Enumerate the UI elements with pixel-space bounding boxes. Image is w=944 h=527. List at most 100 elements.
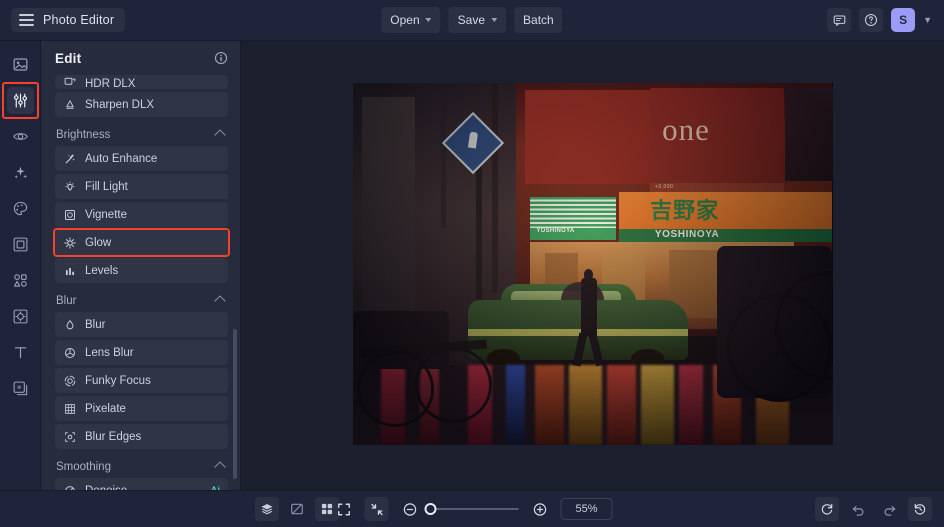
zoom-in-button[interactable] [528, 497, 552, 521]
fit-to-screen-button[interactable] [332, 497, 356, 521]
rail-item-retouch[interactable] [7, 123, 34, 150]
help-button[interactable] [859, 8, 883, 32]
open-label: Open [390, 13, 419, 27]
zoom-slider-handle[interactable] [425, 503, 437, 515]
rail-item-texture[interactable] [7, 303, 34, 330]
layers-stack-icon [260, 502, 274, 516]
rail-item-color[interactable] [7, 195, 34, 222]
rail-item-image[interactable] [7, 51, 34, 78]
zoom-out-icon [402, 502, 417, 517]
chevron-up-icon[interactable] [214, 129, 225, 140]
effect-item-fill-light[interactable]: Fill Light [55, 174, 228, 199]
zoom-level-field[interactable]: 55% [561, 498, 613, 520]
effect-label: Glow [85, 237, 111, 249]
effect-item-denoise[interactable]: Denoise Ai [55, 478, 228, 490]
save-button[interactable]: Save [449, 7, 506, 33]
sparkles-icon [12, 164, 29, 181]
app-menu-button[interactable]: Photo Editor [11, 8, 125, 32]
vignette-icon [64, 209, 76, 221]
effect-label: Lens Blur [85, 347, 134, 359]
batch-label: Batch [523, 13, 554, 27]
photo-grain-overlay [353, 83, 833, 445]
shrink-button[interactable] [365, 497, 389, 521]
history-icon [913, 502, 927, 516]
edited-photo[interactable]: one +3,000 吉野家 YOSHINOYA YOSHINOYA [353, 83, 833, 445]
rail-item-shapes[interactable] [7, 267, 34, 294]
effect-item-lens-blur[interactable]: Lens Blur [55, 340, 228, 365]
zoom-slider[interactable] [431, 508, 519, 510]
chevron-down-icon [426, 18, 432, 22]
rail-item-adjust[interactable] [7, 87, 34, 114]
effect-item-pixelate[interactable]: Pixelate [55, 396, 228, 421]
droplet-icon [64, 319, 76, 331]
history-button[interactable] [908, 497, 932, 521]
pixelate-icon [64, 403, 76, 415]
funky-focus-icon [64, 375, 76, 387]
rail-item-frame[interactable] [7, 231, 34, 258]
batch-button[interactable]: Batch [514, 7, 563, 33]
compare-icon [290, 502, 304, 516]
effect-label: Levels [85, 265, 118, 277]
effect-item-blur-edges[interactable]: Blur Edges [55, 424, 228, 449]
reset-button[interactable] [815, 497, 839, 521]
editor-body: Edit HDR DLX [0, 41, 944, 490]
redo-button[interactable] [877, 497, 901, 521]
effect-item-funky-focus[interactable]: Funky Focus [55, 368, 228, 393]
account-actions: S ▼ [827, 8, 932, 32]
effect-item-levels[interactable]: Levels [55, 258, 228, 283]
save-label: Save [458, 13, 485, 27]
effect-item-blur[interactable]: Blur [55, 312, 228, 337]
effect-item-glow[interactable]: Glow [55, 230, 228, 255]
group-label: Brightness [56, 129, 110, 141]
panel-scrollbar[interactable] [233, 329, 237, 479]
rail-item-effects[interactable] [7, 159, 34, 186]
group-label: Blur [56, 295, 76, 307]
effect-label: Blur Edges [85, 431, 141, 443]
effect-list[interactable]: HDR DLX Sharpen DLX Brightness [41, 75, 240, 490]
redo-icon [882, 502, 897, 517]
effect-label: Pixelate [85, 403, 126, 415]
adjust-sliders-icon [12, 92, 29, 109]
info-button[interactable] [214, 51, 228, 65]
rail-item-text[interactable] [7, 339, 34, 366]
user-avatar[interactable]: S [891, 8, 915, 32]
help-icon [864, 13, 878, 27]
reset-icon [820, 502, 834, 516]
palette-icon [12, 200, 29, 217]
group-header-brightness[interactable]: Brightness [55, 120, 228, 146]
account-chevron-down-icon[interactable]: ▼ [923, 15, 932, 25]
effect-item-auto-enhance[interactable]: Auto Enhance [55, 146, 228, 171]
avatar-initial: S [899, 13, 907, 27]
undo-button[interactable] [846, 497, 870, 521]
texture-icon [12, 308, 29, 325]
zoom-controls: 55% [332, 497, 613, 521]
chevron-up-icon[interactable] [214, 295, 225, 306]
effect-item-vignette[interactable]: Vignette [55, 202, 228, 227]
feedback-button[interactable] [827, 8, 851, 32]
chevron-up-icon[interactable] [214, 461, 225, 472]
group-header-smoothing[interactable]: Smoothing [55, 452, 228, 478]
bottom-toolbar: 55% [0, 490, 944, 527]
hamburger-icon[interactable] [19, 14, 34, 26]
photo-editor-window: Photo Editor Open Save Batch [0, 0, 944, 527]
undo-icon [851, 502, 866, 517]
image-icon [12, 56, 29, 73]
zoom-level-value: 55% [575, 503, 597, 515]
zoom-out-button[interactable] [398, 497, 422, 521]
magic-wand-icon [64, 153, 76, 165]
frame-icon [12, 236, 29, 253]
compare-button[interactable] [285, 497, 309, 521]
layers-stack-button[interactable] [255, 497, 279, 521]
rail-item-layers[interactable] [7, 375, 34, 402]
effect-item-sharpen-dlx[interactable]: Sharpen DLX [55, 92, 228, 117]
image-canvas[interactable]: one +3,000 吉野家 YOSHINOYA YOSHINOYA [241, 41, 944, 490]
group-header-blur[interactable]: Blur [55, 286, 228, 312]
open-button[interactable]: Open [381, 7, 440, 33]
blur-edges-icon [64, 431, 76, 443]
top-toolbar: Photo Editor Open Save Batch [0, 0, 944, 41]
info-icon [214, 51, 228, 65]
effect-item-hdr-dlx[interactable]: HDR DLX [55, 75, 228, 89]
feedback-icon [833, 14, 846, 27]
effect-label: Funky Focus [85, 375, 151, 387]
shapes-icon [12, 272, 29, 289]
